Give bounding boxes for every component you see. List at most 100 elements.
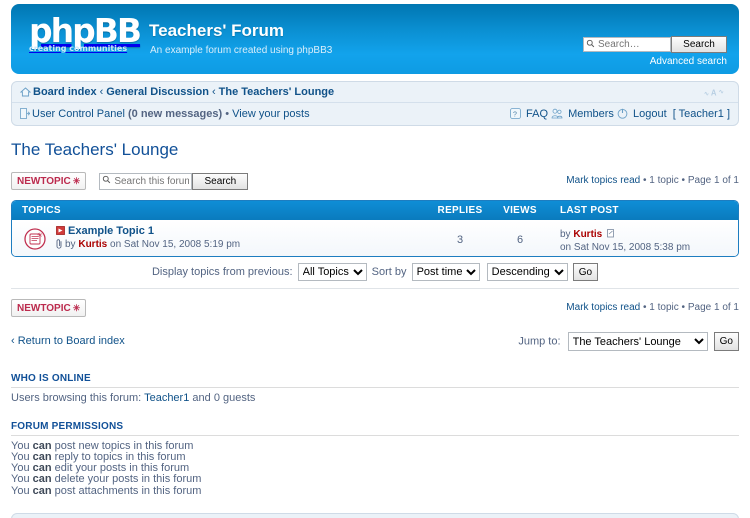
who-is-online-body: Users browsing this forum: Teacher1 and … xyxy=(11,392,739,405)
jumpbox-label: Jump to: xyxy=(518,335,561,348)
header-search-input[interactable] xyxy=(583,37,671,52)
breadcrumb-sep-0: ‹ xyxy=(99,86,104,98)
user-nav-right: ? FAQ Members Logout [ Teacher1 ] xyxy=(510,103,730,125)
members-link[interactable]: Members xyxy=(568,108,614,120)
forum-permissions-title: FORUM PERMISSIONS xyxy=(11,421,739,436)
perm-text-3: delete your posts in this forum xyxy=(51,473,202,486)
topic-unread-icon[interactable]: ✳ xyxy=(24,228,46,250)
breadcrumb-item-2[interactable]: The Teachers' Lounge xyxy=(219,86,335,98)
column-replies: REPLIES xyxy=(437,205,483,216)
browsing-suffix: and 0 guests xyxy=(192,392,256,404)
forum-permissions-section: FORUM PERMISSIONS You can post new topic… xyxy=(11,421,739,497)
breadcrumb-item-1[interactable]: General Discussion xyxy=(106,86,209,98)
view-last-post-icon[interactable] xyxy=(607,229,615,238)
return-to-board-index-link[interactable]: Return to Board index xyxy=(18,335,125,347)
perm-text-0: post new topics in this forum xyxy=(51,439,194,452)
online-user-link[interactable]: Teacher1 xyxy=(144,392,189,404)
header-search-area: Search Advanced search xyxy=(583,36,727,67)
topic-pagination-bottom: Mark topics read • 1 topic • Page 1 of 1 xyxy=(566,302,739,313)
topic-list-header: TOPICS REPLIES VIEWS LAST POST xyxy=(12,201,738,220)
new-topic-button-top[interactable]: NEWTOPIC ✳ xyxy=(11,172,87,190)
perm-text-4: post attachments in this forum xyxy=(51,484,202,497)
topic-last-post: by Kurtis on Sat Nov 15, 2008 5:38 pm xyxy=(560,228,690,254)
display-options-bar: Display topics from previous: All Topics… xyxy=(11,263,739,289)
site-description: An example forum created using phpBB3 xyxy=(150,45,333,56)
column-last-post: LAST POST xyxy=(560,205,619,216)
header-search-button[interactable]: Search xyxy=(671,36,727,53)
last-post-author-link[interactable]: Kurtis xyxy=(573,229,602,240)
dot-sep-3: • xyxy=(643,302,647,313)
footer-left: Board index Subscribe forum xyxy=(20,514,192,518)
sort-order-select[interactable]: AscendingDescending xyxy=(486,263,568,281)
last-post-date: on Sat Nov 15, 2008 5:38 pm xyxy=(560,242,691,253)
display-topics-select[interactable]: All Topics1 day7 days2 weeks1 month3 mon… xyxy=(297,263,367,281)
breadcrumb: Board index ‹ General Discussion ‹ The Teach… xyxy=(12,82,738,103)
perm-can-2: can xyxy=(32,462,52,475)
user-nav-left: User Control Panel (0 new messages) • Vi… xyxy=(20,103,310,125)
mark-topics-read-link-top[interactable]: Mark topics read xyxy=(566,175,640,186)
logout-link[interactable]: Logout xyxy=(633,108,667,120)
who-is-online-title: WHO IS ONLINE xyxy=(11,373,739,388)
footer-right: The team • Delete all board cookies • Al… xyxy=(411,514,730,518)
perm-prefix-3: You xyxy=(11,473,33,486)
svg-text:?: ? xyxy=(513,111,517,118)
topic-count-top: 1 topic xyxy=(649,175,679,186)
new-topic-star-icon: ✳ xyxy=(72,176,81,186)
sort-by-select[interactable]: AuthorPost timeRepliesSubjectViews xyxy=(411,263,480,281)
page-info-bottom: Page 1 of 1 xyxy=(687,302,739,313)
forum-search-input[interactable] xyxy=(99,172,193,190)
goto-first-unread-icon[interactable] xyxy=(56,226,65,235)
forum-search-form: Search xyxy=(99,172,249,190)
perm-can-4: can xyxy=(32,484,52,497)
perm-can-1: can xyxy=(32,450,52,463)
new-topic-label-top: NEWTOPIC xyxy=(17,176,71,187)
forum-search-button[interactable]: Search xyxy=(192,172,249,190)
breadcrumb-item-0[interactable]: Board index xyxy=(33,86,97,98)
new-topic-star-icon-bottom: ✳ xyxy=(72,303,81,313)
perm-prefix-2: You xyxy=(11,462,33,475)
dot-sep-2: • xyxy=(681,175,686,186)
jumpbox-go-button[interactable]: Go xyxy=(713,332,739,351)
topic-pagination-top: Mark topics read • 1 topic • Page 1 of 1 xyxy=(566,175,739,186)
topic-author-link[interactable]: Kurtis xyxy=(78,239,107,250)
last-post-author-row: by Kurtis xyxy=(560,228,690,241)
site-header: phpBB creating communities Teachers' For… xyxy=(11,4,739,74)
view-your-posts-link[interactable]: View your posts xyxy=(232,108,309,120)
page-info-top: Page 1 of 1 xyxy=(687,175,739,186)
user-nav-row: User Control Panel (0 new messages) • Vi… xyxy=(12,103,738,125)
svg-text:∿: ∿ xyxy=(719,90,724,96)
new-topic-label-bottom: NEWTOPIC xyxy=(17,303,71,314)
svg-text:✳: ✳ xyxy=(37,232,43,240)
members-icon xyxy=(551,108,563,119)
breadcrumb-sep-1: ‹ xyxy=(211,86,216,98)
navigation-bar: Board index ‹ General Discussion ‹ The Teach… xyxy=(11,81,739,126)
forum-permissions-body: You can post new topics in this forum Yo… xyxy=(11,439,739,497)
display-options-go-button[interactable]: Go xyxy=(572,263,599,281)
topic-list-table: TOPICS REPLIES VIEWS LAST POST ✳ Example… xyxy=(11,200,739,257)
column-views: VIEWS xyxy=(503,205,537,216)
new-messages-count: (0 new messages) xyxy=(128,108,223,120)
mark-topics-read-link-bottom[interactable]: Mark topics read xyxy=(566,302,640,313)
bottom-navigation: ‹ Return to Board index Jump to: General… xyxy=(11,332,739,357)
svg-text:A: A xyxy=(711,88,717,97)
topic-posted-prefix: by xyxy=(65,239,76,250)
svg-text:∿: ∿ xyxy=(704,91,709,97)
last-post-prefix: by xyxy=(560,229,571,240)
perm-can-3: can xyxy=(32,473,52,486)
table-row: ✳ Example Topic 1 by Kurtis on Sat Nov 1… xyxy=(12,220,738,256)
topic-toolbar-bottom: NEWTOPIC ✳ Mark topics read • 1 topic • P… xyxy=(11,299,739,321)
logout-icon xyxy=(617,108,628,119)
topic-replies-count: 3 xyxy=(456,234,464,246)
user-control-panel-link[interactable]: User Control Panel xyxy=(32,108,125,120)
new-topic-button-bottom[interactable]: NEWTOPIC ✳ xyxy=(11,299,87,317)
jumpbox-select[interactable]: General DiscussionThe Teachers' LoungeYo… xyxy=(567,332,708,351)
faq-link[interactable]: FAQ xyxy=(526,108,548,120)
change-font-size-icon[interactable]: ∿ A ∿ xyxy=(704,86,730,98)
advanced-search-link[interactable]: Advanced search xyxy=(583,56,727,67)
logout-username[interactable]: [ Teacher1 ] xyxy=(673,108,730,120)
who-is-online-section: WHO IS ONLINE Users browsing this forum:… xyxy=(11,373,739,405)
permission-item: You can post attachments in this forum xyxy=(11,484,739,497)
display-topics-label: Display topics from previous: xyxy=(151,265,293,278)
dot-sep-4: • xyxy=(681,302,686,313)
topic-title-link[interactable]: Example Topic 1 xyxy=(68,225,154,237)
